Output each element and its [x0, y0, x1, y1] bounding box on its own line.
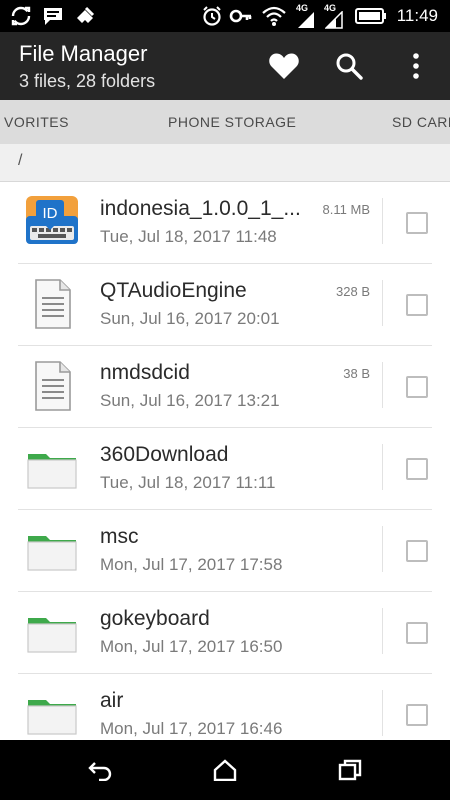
- pinned-icon: [72, 4, 98, 28]
- alarm-icon: [200, 4, 224, 28]
- recent-apps-icon: [338, 759, 362, 781]
- list-item[interactable]: air Mon, Jul 17, 2017 16:46: [0, 674, 450, 740]
- file-date: Sun, Jul 16, 2017 20:01: [100, 309, 280, 328]
- tab-favorites[interactable]: VORITES: [4, 100, 69, 144]
- file-size: 328 B: [336, 284, 370, 299]
- app-icon-label: ID: [43, 205, 58, 222]
- navigation-bar: [0, 740, 450, 800]
- back-button[interactable]: [84, 754, 116, 786]
- file-list: ID indonesia_1.0.0_1_... Tue, Jul 18, 20…: [0, 182, 450, 740]
- file-name: msc: [100, 525, 139, 548]
- folder-icon: [24, 522, 80, 578]
- favorite-icon: [269, 53, 299, 79]
- select-checkbox[interactable]: [406, 212, 428, 234]
- storage-tabs: VORITES PHONE STORAGE SD CARD: [0, 100, 450, 144]
- file-date: Mon, Jul 17, 2017 16:50: [100, 637, 283, 656]
- signal-icon: [324, 10, 344, 30]
- tab-sd-card[interactable]: SD CARD: [392, 100, 450, 144]
- file-date: Tue, Jul 18, 2017 11:11: [100, 473, 276, 492]
- wifi-hotspot-icon: [260, 4, 288, 28]
- home-icon: [213, 759, 237, 781]
- file-name: gokeyboard: [100, 607, 210, 630]
- app-title: File Manager: [19, 41, 148, 66]
- file-date: Mon, Jul 17, 2017 16:46: [100, 719, 283, 738]
- file-name: indonesia_1.0.0_1_...: [100, 197, 301, 220]
- select-checkbox[interactable]: [406, 540, 428, 562]
- home-button[interactable]: [209, 754, 241, 786]
- back-icon: [88, 762, 112, 781]
- file-name: nmdsdcid: [100, 361, 190, 384]
- row-separator: [382, 526, 383, 572]
- search-button[interactable]: [329, 46, 369, 86]
- app-keyboard-icon: ID: [24, 194, 80, 250]
- status-bar: 4G 4G 11:49: [0, 0, 450, 32]
- tab-phone-storage[interactable]: PHONE STORAGE: [168, 100, 296, 144]
- favorites-button[interactable]: [264, 46, 304, 86]
- folder-icon: [24, 604, 80, 660]
- list-item[interactable]: ID indonesia_1.0.0_1_... Tue, Jul 18, 20…: [0, 182, 450, 264]
- file-name: 360Download: [100, 443, 229, 466]
- select-checkbox[interactable]: [406, 376, 428, 398]
- message-icon: [40, 4, 66, 28]
- select-checkbox[interactable]: [406, 458, 428, 480]
- file-date: Mon, Jul 17, 2017 17:58: [100, 555, 283, 574]
- folder-icon: [24, 440, 80, 496]
- list-item[interactable]: gokeyboard Mon, Jul 17, 2017 16:50: [0, 592, 450, 674]
- breadcrumb: /: [0, 144, 450, 182]
- file-name: QTAudioEngine: [100, 279, 247, 302]
- key-icon: [228, 4, 254, 28]
- app-bar: File Manager 3 files, 28 folders: [0, 32, 450, 100]
- signal-icon: [296, 10, 316, 30]
- list-item[interactable]: QTAudioEngine Sun, Jul 16, 2017 20:01 32…: [0, 264, 450, 346]
- file-size: 8.11 MB: [322, 202, 370, 217]
- search-icon: [336, 53, 363, 80]
- sync-icon: [8, 4, 34, 28]
- select-checkbox[interactable]: [406, 622, 428, 644]
- row-separator: [382, 608, 383, 654]
- file-date: Tue, Jul 18, 2017 11:48: [100, 227, 277, 246]
- clock: 11:49: [396, 6, 438, 25]
- file-name: air: [100, 689, 124, 712]
- folder-summary: 3 files, 28 folders: [19, 71, 156, 91]
- select-checkbox[interactable]: [406, 704, 428, 726]
- recent-apps-button[interactable]: [334, 754, 366, 786]
- row-separator: [382, 280, 383, 326]
- file-icon: [24, 358, 80, 414]
- folder-icon: [24, 686, 80, 740]
- file-icon: [24, 276, 80, 332]
- select-checkbox[interactable]: [406, 294, 428, 316]
- row-separator: [382, 198, 383, 244]
- row-separator: [382, 362, 383, 408]
- current-path[interactable]: /: [18, 152, 22, 170]
- list-item[interactable]: msc Mon, Jul 17, 2017 17:58: [0, 510, 450, 592]
- battery-icon: [354, 4, 388, 28]
- more-icon: [413, 53, 419, 79]
- file-date: Sun, Jul 16, 2017 13:21: [100, 391, 280, 410]
- overflow-menu-button[interactable]: [396, 46, 436, 86]
- list-item[interactable]: 360Download Tue, Jul 18, 2017 11:11: [0, 428, 450, 510]
- file-size: 38 B: [343, 366, 370, 381]
- row-separator: [382, 444, 383, 490]
- list-item[interactable]: nmdsdcid Sun, Jul 16, 2017 13:21 38 B: [0, 346, 450, 428]
- row-separator: [382, 690, 383, 736]
